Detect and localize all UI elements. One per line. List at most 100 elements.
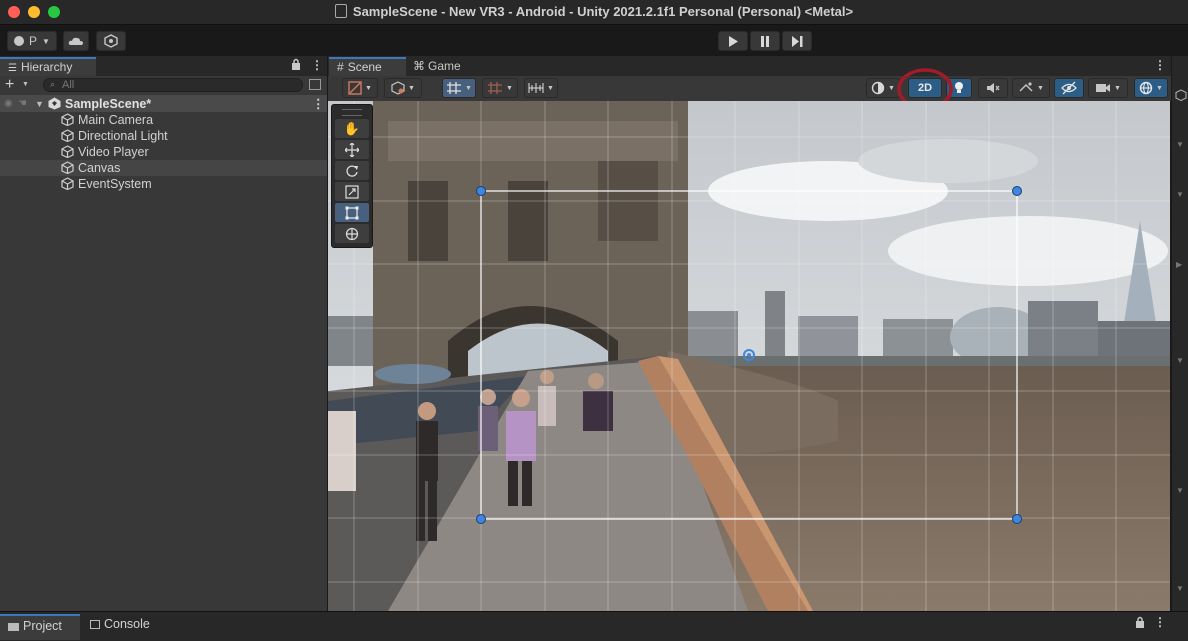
bottom-menu-icon[interactable]: ⋮ [1154,615,1166,629]
palette-drag-handle[interactable] [342,109,362,116]
grid-snap-icon [488,82,503,94]
scale-icon [345,184,359,199]
audio-mute-icon [987,83,1000,93]
render-mode-dropdown[interactable]: ▼ [384,78,422,98]
hierarchy-menu-icon[interactable]: ⋮ [311,58,323,72]
tab-project[interactable]: Project [0,614,80,640]
hierarchy-search-input[interactable]: ⌕ All [43,78,303,92]
collapse-arrow-icon[interactable]: ▼ [1176,486,1184,495]
tab-console[interactable]: Console [88,614,150,640]
gameobject-cube-icon [61,177,74,194]
expand-arrow-icon[interactable]: ▼ [35,96,44,112]
hierarchy-item-directional-light[interactable]: Directional Light [0,128,327,144]
chevron-down-icon: ▼ [365,84,372,92]
rotate-tool-button[interactable] [335,161,369,180]
chevron-down-icon: ▼ [506,84,513,92]
inspector-cube-icon[interactable] [1175,89,1187,104]
chevron-down-icon: ▼ [888,84,895,92]
hierarchy-item-canvas[interactable]: Canvas [0,160,327,176]
collapse-arrow-icon[interactable]: ▶ [1176,260,1182,269]
bottom-lock-icon[interactable] [1135,616,1145,631]
pick-icon[interactable]: ☚ [18,96,27,112]
camera-settings-dropdown[interactable]: ▼ [1088,78,1128,98]
step-icon [791,35,802,47]
effects-icon [1019,82,1033,92]
scene-row[interactable]: ◉ ☚ ▼ SampleScene* ⋮ [0,96,327,112]
scene-search-icon[interactable] [309,79,321,90]
unity-scene-icon [334,4,347,18]
window-title-text: SampleScene - New VR3 - Android - Unity … [352,4,854,19]
sphere-icon [871,81,885,95]
grid-toggle-button[interactable]: ▼ [442,78,476,98]
console-icon [90,620,100,629]
grid-hash-icon: # [337,60,344,74]
scene-name-label: SampleScene* [65,97,152,111]
pause-icon [761,35,769,47]
visibility-icon[interactable]: ◉ [4,96,13,112]
collab-button[interactable] [96,31,126,51]
account-label: P [29,34,38,48]
account-button[interactable]: P ▼ [7,31,57,51]
inspector-collapsed-strip: ▼ ▼ ▶ ▼ ▼ ▼ [1171,56,1188,611]
scene-toolbar: ▼ ▼ ▼ ▼ ▼ ▼ 2D ▼ ▼ ▼ [328,76,1172,102]
audio-toggle-button[interactable] [978,78,1008,98]
transform-tool-button[interactable] [335,224,369,243]
collapse-arrow-icon[interactable]: ▼ [1176,190,1184,199]
tab-scene[interactable]: # Scene [329,57,406,76]
hierarchy-item-label: Video Player [78,145,149,159]
list-icon: ☰ [8,63,17,74]
hierarchy-item-label: Canvas [78,161,121,175]
hierarchy-item-eventsystem[interactable]: EventSystem [0,176,327,192]
tab-game-label: Game [428,59,461,73]
camera-icon [1096,84,1111,92]
shading-dropdown[interactable]: ▼ [866,78,900,98]
canvas-rect-gizmo[interactable] [328,101,1170,611]
snap-dropdown[interactable]: ▼ [482,78,518,98]
move-icon [345,142,359,157]
rotate-icon [346,165,358,177]
lock-icon[interactable] [291,58,301,73]
increment-snap-dropdown[interactable]: ▼ [524,78,558,98]
add-dropdown-chevron-icon[interactable]: ▼ [22,81,29,88]
step-button[interactable] [782,31,812,51]
play-icon [729,35,738,47]
collapse-arrow-icon[interactable]: ▼ [1176,140,1184,149]
hierarchy-item-label: Main Camera [78,113,154,127]
draw-mode-dropdown[interactable]: ▼ [342,78,378,98]
collapse-arrow-icon[interactable]: ▼ [1176,356,1184,365]
tab-game[interactable]: ⌘ Game [409,58,461,76]
play-button[interactable] [718,31,748,51]
folder-icon [8,623,19,631]
hidden-objects-toggle-button[interactable] [1054,78,1084,98]
collab-icon [104,34,118,48]
hierarchy-item-label: Directional Light [78,129,168,143]
move-tool-button[interactable] [335,140,369,159]
hand-tool-button[interactable]: ✋ [335,119,369,138]
collapse-arrow-icon[interactable]: ▼ [1176,584,1184,593]
tab-hierarchy[interactable]: ☰ Hierarchy [0,57,96,76]
effects-dropdown[interactable]: ▼ [1012,78,1050,98]
rect-transform-icon [345,206,359,219]
hand-icon: ✋ [343,120,361,136]
cloud-button[interactable] [63,31,89,51]
rect-tool-button[interactable] [335,203,369,222]
pause-button[interactable] [750,31,780,51]
scene-viewport[interactable] [328,101,1170,611]
lightbulb-icon [955,82,963,93]
add-icon[interactable]: + [5,77,14,93]
gamepad-icon: ⌘ [413,59,425,73]
hierarchy-item-label: EventSystem [78,177,152,191]
chevron-down-icon: ▼ [547,84,554,92]
gizmos-dropdown[interactable]: ▼ [1134,78,1168,98]
scene-menu-dots-icon[interactable]: ⋮ [1154,58,1166,72]
scene-menu-icon[interactable]: ⋮ [312,96,325,112]
cube-shaded-icon [391,81,405,95]
chevron-down-icon: ▼ [42,36,50,46]
chevron-down-icon: ▼ [1156,84,1163,92]
main-toolbar: P ▼ [0,25,1188,56]
hierarchy-item-main-camera[interactable]: Main Camera [0,112,327,128]
hierarchy-item-video-player[interactable]: Video Player [0,144,327,160]
chevron-down-icon: ▼ [1037,84,1044,92]
chevron-down-icon: ▼ [465,84,472,92]
scale-tool-button[interactable] [335,182,369,201]
